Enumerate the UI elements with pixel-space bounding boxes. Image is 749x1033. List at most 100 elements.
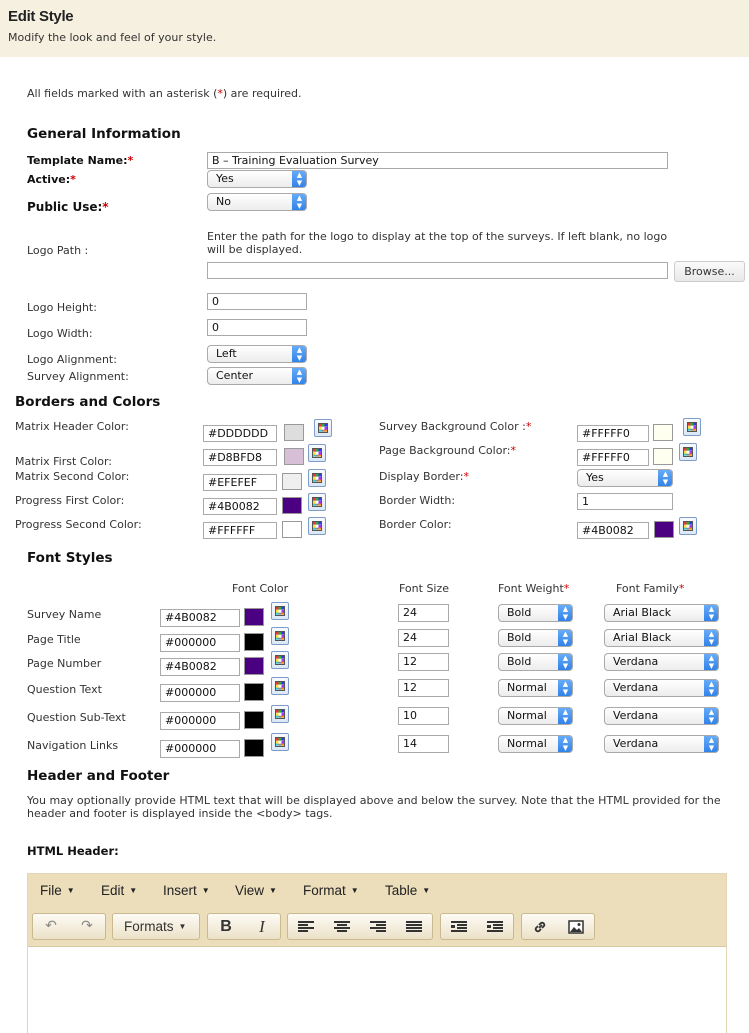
outdent-icon[interactable]	[441, 914, 477, 939]
menu-insert[interactable]: Insert ▼	[163, 883, 210, 898]
progress-first-picker-icon[interactable]	[308, 493, 326, 511]
matrix-second-label: Matrix Second Color:	[15, 470, 130, 483]
align-right-icon[interactable]	[360, 914, 396, 939]
border-color-swatch	[654, 521, 674, 538]
insert-group	[521, 913, 595, 940]
font-row-label: Question Text	[27, 683, 102, 696]
font-size-input[interactable]: 10	[398, 707, 449, 725]
font-size-input[interactable]: 14	[398, 735, 449, 753]
logo-alignment-select[interactable]: Left ▲ ▼	[207, 345, 307, 363]
page-subtitle: Modify the look and feel of your style.	[8, 31, 217, 44]
font-row-label: Page Title	[27, 633, 81, 646]
redo-icon[interactable]: ↷	[69, 914, 105, 939]
logo-height-input[interactable]: 0	[207, 293, 307, 310]
bold-italic-group: B I	[207, 913, 281, 940]
browse-button[interactable]: Browse...	[674, 261, 745, 282]
editor-menubar: File ▼ Edit ▼ Insert ▼ View ▼ Format ▼ Table ▼	[28, 874, 726, 908]
page-bg-picker-icon[interactable]	[679, 443, 697, 461]
font-weight-select[interactable]: Normal ▲ ▼	[498, 707, 573, 725]
border-color-input[interactable]: #4B0082	[577, 522, 649, 539]
matrix-second-input[interactable]: #EFEFEF	[203, 474, 277, 491]
font-family-select[interactable]: Verdana ▲ ▼	[604, 653, 719, 671]
progress-first-label: Progress First Color:	[15, 494, 125, 507]
font-weight-select[interactable]: Bold ▲ ▼	[498, 604, 573, 622]
undo-icon[interactable]: ↶	[33, 914, 69, 939]
font-size-column-header: Font Size	[399, 582, 450, 595]
logo-path-label: Logo Path :	[27, 244, 89, 257]
logo-path-input[interactable]	[207, 262, 668, 279]
font-family-select[interactable]: Arial Black ▲ ▼	[604, 604, 719, 622]
font-color-picker-icon[interactable]	[271, 627, 289, 645]
progress-second-picker-icon[interactable]	[308, 517, 326, 535]
logo-width-label: Logo Width:	[27, 327, 93, 340]
undo-redo-group: ↶ ↷	[32, 913, 106, 940]
survey-alignment-select[interactable]: Center ▲ ▼	[207, 367, 307, 385]
font-row-label: Survey Name	[27, 608, 102, 621]
logo-width-input[interactable]: 0	[207, 319, 307, 336]
font-color-picker-icon[interactable]	[271, 651, 289, 669]
font-size-input[interactable]: 12	[398, 653, 449, 671]
font-color-input[interactable]: #000000	[160, 740, 240, 758]
font-color-input[interactable]: #4B0082	[160, 658, 240, 676]
align-justify-icon[interactable]	[396, 914, 432, 939]
survey-bg-swatch	[653, 424, 673, 441]
formats-dropdown[interactable]: Formats ▼	[112, 913, 200, 940]
matrix-header-picker-icon[interactable]	[314, 419, 332, 437]
editor-content-area[interactable]	[28, 947, 726, 1033]
menu-edit[interactable]: Edit ▼	[101, 883, 137, 898]
font-size-input[interactable]: 24	[398, 604, 449, 622]
font-family-select[interactable]: Verdana ▲ ▼	[604, 707, 719, 725]
italic-button[interactable]: I	[244, 914, 280, 939]
matrix-header-input[interactable]: #DDDDDD	[203, 425, 277, 442]
font-color-picker-icon[interactable]	[271, 602, 289, 620]
font-weight-select[interactable]: Normal ▲ ▼	[498, 735, 573, 753]
matrix-first-input[interactable]: #D8BFD8	[203, 449, 277, 466]
survey-bg-picker-icon[interactable]	[683, 418, 701, 436]
font-color-input[interactable]: #000000	[160, 634, 240, 652]
progress-second-input[interactable]: #FFFFFF	[203, 522, 277, 539]
matrix-second-swatch	[282, 473, 302, 490]
bold-button[interactable]: B	[208, 914, 244, 939]
required-note: All fields marked with an asterisk (*) a…	[27, 87, 302, 100]
font-color-input[interactable]: #4B0082	[160, 609, 240, 627]
font-family-select[interactable]: Arial Black ▲ ▼	[604, 629, 719, 647]
font-color-picker-icon[interactable]	[271, 733, 289, 751]
font-color-input[interactable]: #000000	[160, 684, 240, 702]
alignment-group	[287, 913, 433, 940]
border-color-picker-icon[interactable]	[679, 517, 697, 535]
font-weight-select[interactable]: Bold ▲ ▼	[498, 629, 573, 647]
border-width-input[interactable]: 1	[577, 493, 673, 510]
font-size-input[interactable]: 24	[398, 629, 449, 647]
font-color-picker-icon[interactable]	[271, 677, 289, 695]
align-left-icon[interactable]	[288, 914, 324, 939]
font-color-picker-icon[interactable]	[271, 705, 289, 723]
public-use-select[interactable]: No ▲ ▼	[207, 193, 307, 211]
font-size-input[interactable]: 12	[398, 679, 449, 697]
font-weight-select[interactable]: Bold ▲ ▼	[498, 653, 573, 671]
menu-view[interactable]: View ▼	[235, 883, 277, 898]
active-select[interactable]: Yes ▲ ▼	[207, 170, 307, 188]
display-border-select[interactable]: Yes ▲ ▼	[577, 469, 673, 487]
image-icon[interactable]	[558, 914, 594, 939]
align-center-icon[interactable]	[324, 914, 360, 939]
menu-file[interactable]: File ▼	[40, 883, 75, 898]
progress-first-input[interactable]: #4B0082	[203, 498, 277, 515]
font-weight-select[interactable]: Normal ▲ ▼	[498, 679, 573, 697]
page-bg-input[interactable]: #FFFFF0	[577, 449, 649, 466]
page-title: Edit Style	[8, 8, 74, 25]
progress-second-label: Progress Second Color:	[15, 518, 142, 531]
menu-format[interactable]: Format ▼	[303, 883, 359, 898]
logo-path-help: Enter the path for the logo to display a…	[207, 230, 668, 256]
matrix-second-picker-icon[interactable]	[308, 469, 326, 487]
font-row-label: Page Number	[27, 657, 102, 670]
survey-bg-input[interactable]: #FFFFF0	[577, 425, 649, 442]
font-color-input[interactable]: #000000	[160, 712, 240, 730]
indent-icon[interactable]	[477, 914, 513, 939]
font-family-select[interactable]: Verdana ▲ ▼	[604, 679, 719, 697]
menu-table[interactable]: Table ▼	[385, 883, 430, 898]
matrix-first-picker-icon[interactable]	[308, 444, 326, 462]
font-family-select[interactable]: Verdana ▲ ▼	[604, 735, 719, 753]
template-name-input[interactable]: B – Training Evaluation Survey	[207, 152, 668, 169]
font-color-swatch	[244, 711, 264, 729]
link-icon[interactable]	[522, 914, 558, 939]
